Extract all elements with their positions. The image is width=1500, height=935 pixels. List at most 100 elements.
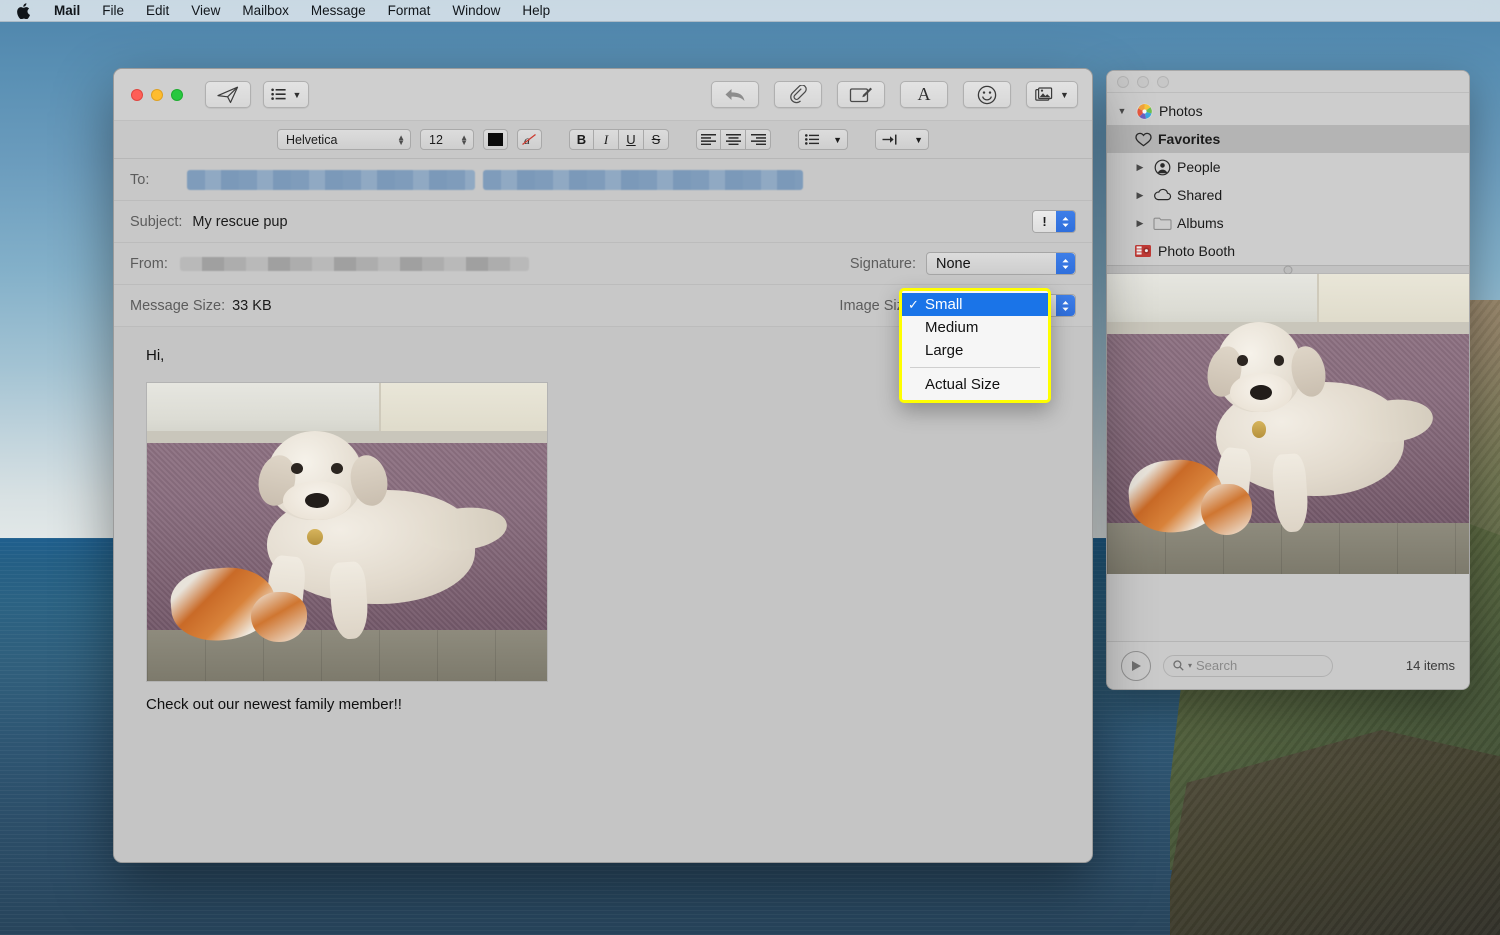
popup-chevrons-icon[interactable] [1056, 211, 1075, 232]
mail-traffic-lights[interactable] [131, 88, 183, 101]
minimize-button[interactable] [151, 88, 163, 101]
menu-item-window[interactable]: Window [441, 0, 511, 22]
clear-formatting-button[interactable]: a [517, 129, 542, 150]
photo-browser-button[interactable]: ▼ [1026, 81, 1078, 108]
photo-browser-icon [1035, 86, 1053, 101]
folder-icon [1152, 213, 1172, 233]
chevron-down-icon[interactable]: ▼ [293, 90, 302, 100]
split-divider-grip[interactable] [1283, 265, 1293, 274]
align-center-button[interactable] [721, 129, 746, 150]
align-right-button[interactable] [746, 129, 771, 150]
menu-option-actual-size[interactable]: Actual Size [902, 373, 1048, 396]
reply-button[interactable] [711, 81, 759, 108]
popup-chevrons-icon[interactable] [1056, 253, 1075, 274]
subject-field-row[interactable]: Subject: My rescue pup ! [114, 201, 1092, 243]
play-slideshow-icon[interactable] [1121, 650, 1151, 681]
chevron-down-icon[interactable]: ▼ [1060, 90, 1069, 100]
from-address-redacted[interactable] [179, 256, 529, 271]
menu-option-medium[interactable]: Medium [902, 316, 1048, 339]
source-item-favorites[interactable]: Favorites [1107, 125, 1469, 153]
photo-browser-window[interactable]: ▼ Photos Favorites ▶ People ▶ Shared ▶ A… [1106, 70, 1470, 690]
to-field-row[interactable]: To: [114, 159, 1092, 201]
menu-option-small[interactable]: ✓ Small [902, 293, 1048, 316]
photo-browser-traffic-lights[interactable] [1117, 75, 1169, 88]
close-button[interactable] [131, 88, 143, 101]
photo-booth-icon [1133, 241, 1153, 261]
menu-bar[interactable]: Mail File Edit View Mailbox Message Form… [0, 0, 1500, 22]
list-style-select[interactable]: ▼ [798, 129, 848, 150]
search-input[interactable]: ▾ Search [1163, 654, 1333, 677]
indent-select[interactable]: ▼ [875, 129, 929, 150]
popup-chevrons-icon[interactable] [1056, 295, 1075, 316]
send-button[interactable] [205, 81, 251, 108]
message-body[interactable]: Hi, Check out our newest family member!! [114, 327, 1092, 862]
photo-browser-bottom-bar[interactable]: ▾ Search 14 items [1107, 641, 1469, 689]
signature-select[interactable]: None [926, 252, 1076, 275]
disclosure-triangle-closed-icon[interactable]: ▶ [1133, 162, 1147, 173]
font-size-select[interactable]: 12 ▲ ▼ [420, 129, 474, 150]
image-size-dropdown-menu[interactable]: ✓ Small Medium Large Actual Size [899, 288, 1051, 403]
menu-item-message[interactable]: Message [300, 0, 377, 22]
alignment-group[interactable] [696, 129, 771, 150]
message-size-label: Message Size: [130, 297, 226, 314]
menu-item-edit[interactable]: Edit [135, 0, 180, 22]
source-item-photo-booth[interactable]: Photo Booth [1107, 237, 1469, 265]
search-placeholder: Search [1196, 658, 1238, 673]
apple-logo-icon[interactable] [0, 2, 43, 19]
bold-button[interactable]: B [569, 129, 594, 150]
photo-thumbnail[interactable] [1107, 274, 1469, 574]
priority-select[interactable]: ! [1032, 210, 1076, 233]
markup-button[interactable] [837, 81, 885, 108]
menu-item-view[interactable]: View [180, 0, 231, 22]
header-fields-button[interactable]: ▼ [263, 81, 309, 108]
disclosure-triangle-open-icon[interactable]: ▼ [1115, 106, 1129, 116]
format-button[interactable]: A [900, 81, 948, 108]
attach-button[interactable] [774, 81, 822, 108]
subject-value[interactable]: My rescue pup [192, 214, 287, 230]
format-toolbar[interactable]: Helvetica ▲ ▼ 12 ▲ ▼ a B I U S ▼ ▼ [114, 121, 1092, 159]
mail-toolbar-right-group[interactable]: A ▼ [711, 81, 1078, 108]
italic-button[interactable]: I [594, 129, 619, 150]
font-family-select[interactable]: Helvetica ▲ ▼ [277, 129, 411, 150]
photos-app-icon [1134, 101, 1154, 121]
body-closing[interactable]: Check out our newest family member!! [146, 696, 1076, 713]
source-item-people[interactable]: ▶ People [1107, 153, 1469, 181]
text-style-group[interactable]: B I U S [569, 129, 669, 150]
disclosure-triangle-closed-icon[interactable]: ▶ [1133, 218, 1147, 229]
source-item-photos[interactable]: ▼ Photos [1107, 97, 1469, 125]
to-recipient-1-redacted[interactable] [187, 169, 475, 190]
source-item-shared[interactable]: ▶ Shared [1107, 181, 1469, 209]
stepper-chevrons-icon[interactable]: ▲ ▼ [397, 133, 405, 146]
align-left-button[interactable] [696, 129, 721, 150]
strikethrough-button[interactable]: S [644, 129, 669, 150]
menu-item-mail[interactable]: Mail [43, 0, 91, 22]
mail-toolbar[interactable]: ▼ A ▼ [114, 69, 1092, 121]
clear-formatting-a-icon: a [522, 133, 536, 147]
disclosure-triangle-closed-icon[interactable]: ▶ [1133, 190, 1147, 201]
menu-option-label: Large [925, 342, 964, 359]
menu-item-format[interactable]: Format [377, 0, 442, 22]
reply-arrow-icon [725, 88, 745, 101]
stepper-chevrons-icon[interactable]: ▲ ▼ [460, 133, 468, 146]
chevron-down-icon[interactable]: ▼ [914, 135, 923, 145]
photo-panel-split-divider[interactable] [1107, 265, 1469, 274]
to-recipient-2-redacted[interactable] [483, 169, 803, 190]
emoji-button[interactable] [963, 81, 1011, 108]
menu-item-mailbox[interactable]: Mailbox [231, 0, 300, 22]
underline-button[interactable]: U [619, 129, 644, 150]
align-left-icon [701, 134, 716, 145]
zoom-button[interactable] [171, 88, 183, 101]
mail-compose-window[interactable]: ▼ A ▼ Helvetica ▲ ▼ 12 ▲ ▼ a B I U S ▼ ▼… [113, 68, 1093, 863]
source-item-albums[interactable]: ▶ Albums [1107, 209, 1469, 237]
text-color-button[interactable] [483, 129, 508, 150]
message-size-value: 33 KB [232, 297, 272, 314]
chevron-down-icon[interactable]: ▼ [833, 135, 842, 145]
body-photo-attachment[interactable] [146, 382, 548, 682]
menu-item-file[interactable]: File [91, 0, 135, 22]
menu-item-help[interactable]: Help [511, 0, 561, 22]
from-field-row[interactable]: From: Signature: None [114, 243, 1092, 285]
menu-option-large[interactable]: Large [902, 339, 1048, 362]
chevron-down-icon[interactable]: ▾ [1188, 661, 1192, 670]
photo-grid[interactable] [1107, 274, 1469, 641]
photo-source-list[interactable]: ▼ Photos Favorites ▶ People ▶ Shared ▶ A… [1107, 93, 1469, 265]
